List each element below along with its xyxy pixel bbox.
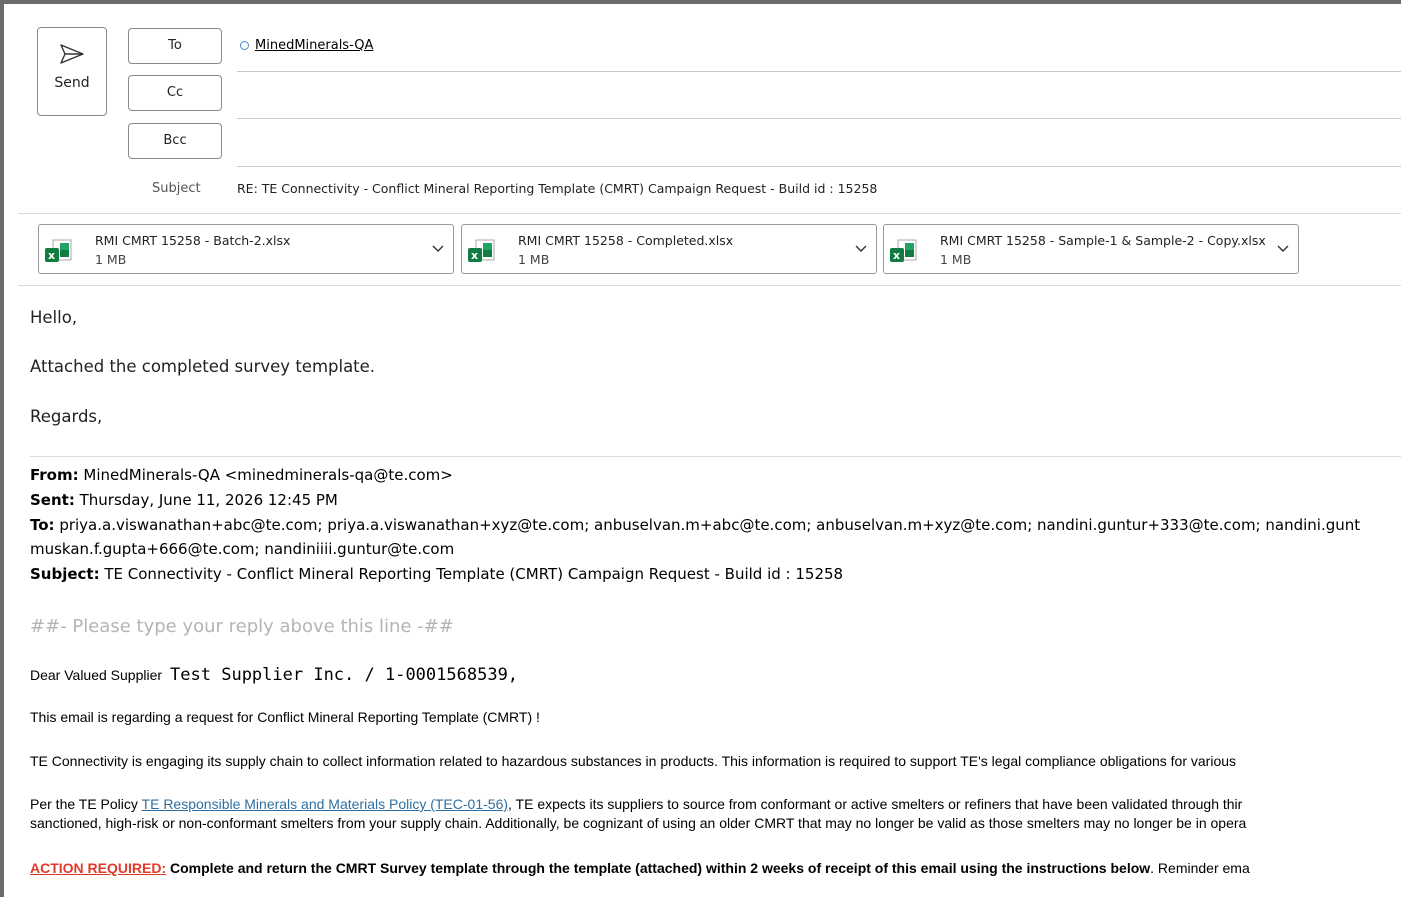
bcc-field[interactable] <box>237 166 1401 167</box>
send-label: Send <box>54 75 90 91</box>
action-required-label: ACTION REQUIRED: <box>30 860 167 876</box>
action-line: ACTION REQUIRED: Complete and return the… <box>30 860 1250 876</box>
to-recipient-chip[interactable]: MinedMinerals-QA <box>240 38 373 53</box>
svg-text:x: x <box>471 249 478 262</box>
attachment-size: 1 MB <box>95 252 127 267</box>
policy-line-2: sanctioned, high-risk or non-conformant … <box>30 815 1247 831</box>
attachment-name: RMI CMRT 15258 - Completed.xlsx <box>518 233 734 248</box>
cc-button[interactable]: Cc <box>128 75 222 111</box>
engaging-line: TE Connectivity is engaging its supply c… <box>30 753 1237 769</box>
action-text: Complete and return the CMRT Survey temp… <box>166 860 1151 876</box>
to-button[interactable]: To <box>128 28 222 64</box>
body-closing[interactable]: Regards, <box>30 407 102 426</box>
body-line[interactable]: Attached the completed survey template. <box>30 357 375 376</box>
policy-prefix: Per the TE Policy <box>30 796 142 812</box>
attachment-size: 1 MB <box>940 252 972 267</box>
excel-file-icon: x <box>468 239 495 262</box>
quoted-subject: Subject: TE Connectivity - Conflict Mine… <box>30 565 843 583</box>
to-label: To: <box>30 516 55 534</box>
cc-field[interactable] <box>237 118 1401 119</box>
send-icon <box>60 44 84 64</box>
supplier-name: Test Supplier Inc. / 1-0001568539, <box>170 665 519 685</box>
quoted-to-continued: muskan.f.gupta+666@te.com; nandiniiii.gu… <box>30 540 455 558</box>
policy-link[interactable]: TE Responsible Minerals and Materials Po… <box>142 796 508 812</box>
svg-text:x: x <box>893 249 900 262</box>
chevron-down-icon[interactable] <box>854 241 868 255</box>
from-label: From: <box>30 466 79 484</box>
to-field[interactable] <box>237 71 1401 72</box>
header-divider <box>18 213 1401 214</box>
subject-value-quoted: TE Connectivity - Conflict Mineral Repor… <box>99 565 844 583</box>
quoted-sent: Sent: Thursday, June 11, 2026 12:45 PM <box>30 491 338 509</box>
subject-label: Subject <box>152 181 201 196</box>
subject-field[interactable]: RE: TE Connectivity - Conflict Mineral R… <box>237 181 877 196</box>
attachment-item[interactable]: x RMI CMRT 15258 - Sample-1 & Sample-2 -… <box>883 224 1299 274</box>
reply-marker: ##- Please type your reply above this li… <box>30 616 454 637</box>
attachment-item[interactable]: x RMI CMRT 15258 - Completed.xlsx 1 MB <box>461 224 877 274</box>
quoted-divider <box>30 456 1401 457</box>
attachment-size: 1 MB <box>518 252 550 267</box>
policy-suffix: , TE expects its suppliers to source fro… <box>508 796 1243 812</box>
subject-label-quoted: Subject: <box>30 565 100 583</box>
body-greeting[interactable]: Hello, <box>30 308 77 327</box>
dear-line: Dear Valued Supplier Test Supplier Inc. /… <box>30 665 518 685</box>
svg-text:x: x <box>48 249 55 262</box>
bcc-button[interactable]: Bcc <box>128 123 222 159</box>
to-recipient-name[interactable]: MinedMinerals-QA <box>255 38 373 53</box>
excel-file-icon: x <box>45 239 72 262</box>
excel-file-icon: x <box>890 239 917 262</box>
quoted-from: From: MinedMinerals-QA <minedminerals-qa… <box>30 466 453 484</box>
from-value: MinedMinerals-QA <minedminerals-qa@te.co… <box>78 466 453 484</box>
send-button[interactable]: Send <box>37 27 107 116</box>
regarding-line: This email is regarding a request for Co… <box>30 709 540 725</box>
action-rest: . Reminder ema <box>1150 860 1250 876</box>
dear-text: Dear Valued Supplier <box>30 667 163 683</box>
quoted-to: To: priya.a.viswanathan+abc@te.com; priy… <box>30 516 1360 534</box>
presence-icon <box>240 41 249 50</box>
policy-line: Per the TE Policy TE Responsible Mineral… <box>30 796 1242 812</box>
attachment-item[interactable]: x RMI CMRT 15258 - Batch-2.xlsx 1 MB <box>38 224 454 274</box>
attachment-name: RMI CMRT 15258 - Sample-1 & Sample-2 - C… <box>940 233 1266 248</box>
sent-label: Sent: <box>30 491 75 509</box>
attachments-divider <box>18 285 1401 286</box>
to-value: priya.a.viswanathan+abc@te.com; priya.a.… <box>54 516 1361 534</box>
chevron-down-icon[interactable] <box>1276 241 1290 255</box>
attachment-name: RMI CMRT 15258 - Batch-2.xlsx <box>95 233 291 248</box>
sent-value: Thursday, June 11, 2026 12:45 PM <box>74 491 338 509</box>
chevron-down-icon[interactable] <box>431 241 445 255</box>
